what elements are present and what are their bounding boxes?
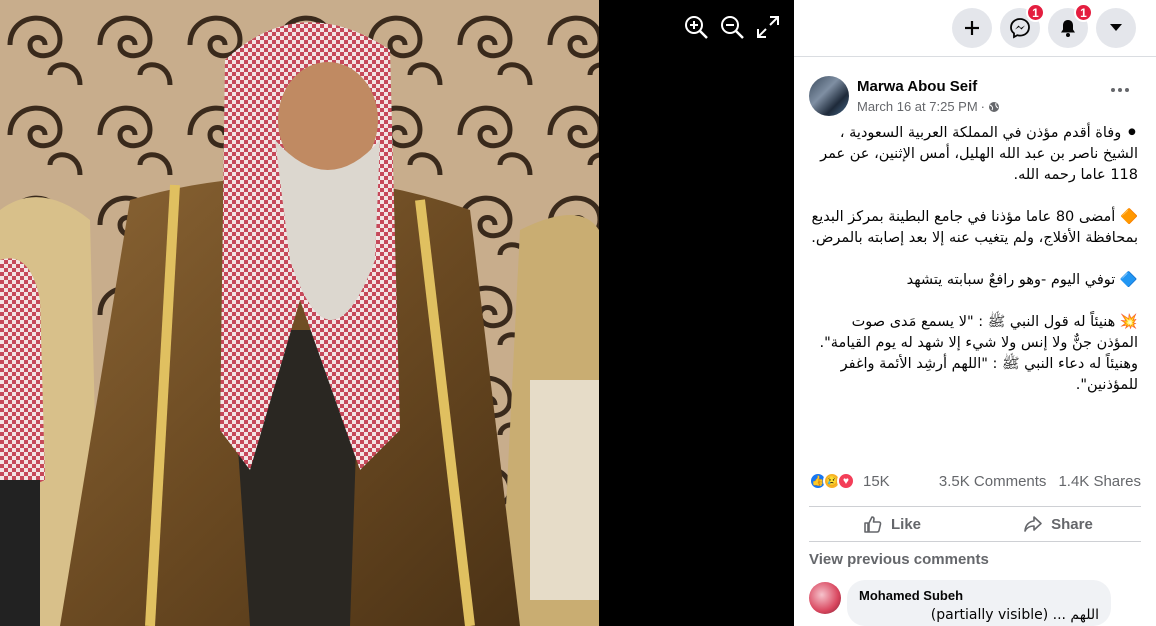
more-dots-icon xyxy=(1111,88,1129,92)
zoom-in-icon xyxy=(685,16,708,39)
zoom-out-button[interactable] xyxy=(719,14,745,40)
post-paragraph: ⚫ وفاة أقدم مؤذن في المملكة العربية السع… xyxy=(820,125,1138,183)
notifications-button[interactable]: 1 xyxy=(1048,3,1093,48)
reactions-summary: 👍 😢 ♥ 15K 3.5K Comments 1.4K Shares xyxy=(809,469,1141,493)
commenter-name[interactable]: Mohamed Subeh xyxy=(859,588,1099,603)
caret-down-icon xyxy=(1110,24,1122,31)
globe-icon xyxy=(989,101,1000,112)
share-label: Share xyxy=(1051,515,1093,533)
post-paragraph: وهنيئاً له دعاء النبي ﷺ : "اللهم أرشِد ا… xyxy=(840,356,1138,393)
author-avatar[interactable] xyxy=(809,76,849,116)
commenter-avatar[interactable] xyxy=(809,582,841,614)
notifications-badge: 1 xyxy=(1074,3,1093,22)
like-label: Like xyxy=(890,515,921,533)
expand-icon xyxy=(757,16,779,38)
like-button[interactable]: Like xyxy=(809,507,975,541)
top-bar: 1 1 xyxy=(794,0,1156,57)
post-meta: March 16 at 7:25 PM · xyxy=(857,99,1000,114)
post-paragraph: 💥 هنيئاً له قول النبي ﷺ : "لا يسمع مَدى … xyxy=(819,314,1139,351)
post-header: Marwa Abou Seif March 16 at 7:25 PM · xyxy=(794,57,1156,123)
viewer-controls xyxy=(683,14,781,40)
author-name[interactable]: Marwa Abou Seif xyxy=(857,78,977,95)
post-body: ⚫ وفاة أقدم مؤذن في المملكة العربية السع… xyxy=(794,123,1156,396)
love-reaction-icon: ♥ xyxy=(837,472,855,490)
messenger-button[interactable]: 1 xyxy=(1000,3,1045,48)
zoom-out-icon xyxy=(721,16,744,39)
post-actions: Like Share xyxy=(809,506,1141,542)
share-arrow-icon xyxy=(1024,516,1042,532)
zoom-in-button[interactable] xyxy=(683,14,709,40)
fullscreen-button[interactable] xyxy=(755,14,781,40)
reaction-count[interactable]: 15K xyxy=(863,473,890,490)
meta-separator: · xyxy=(980,99,986,114)
plus-icon xyxy=(965,21,979,35)
post-options-button[interactable] xyxy=(1110,80,1130,98)
bell-icon xyxy=(1061,20,1075,37)
view-previous-comments-link[interactable]: View previous comments xyxy=(809,551,989,568)
post-photo[interactable] xyxy=(0,0,599,626)
photo-viewer xyxy=(0,0,794,626)
comments-count[interactable]: 3.5K Comments xyxy=(939,473,1047,490)
account-menu-button[interactable] xyxy=(1096,8,1136,48)
post-panel: 1 1 Marwa Abou Seif March 16 at 7:25 PM … xyxy=(794,0,1156,626)
shares-count[interactable]: 1.4K Shares xyxy=(1058,473,1141,490)
reaction-icons[interactable]: 👍 😢 ♥ xyxy=(809,472,855,490)
post-paragraph: 🔷 توفي اليوم -وهو رافعٌ سبابته يتشهد xyxy=(906,272,1138,288)
post-paragraph: 🔶 أمضى 80 عاما مؤذنا في جامع البطينة بمر… xyxy=(811,209,1138,246)
messenger-badge: 1 xyxy=(1026,3,1045,22)
create-button[interactable] xyxy=(952,8,992,48)
comment-bubble: Mohamed Subeh اللهم ... (partially visib… xyxy=(847,580,1111,626)
thumbs-up-icon xyxy=(864,516,882,533)
post-timestamp[interactable]: March 16 at 7:25 PM xyxy=(857,99,978,114)
messenger-icon xyxy=(1010,18,1030,39)
comment-text: اللهم ... (partially visible) xyxy=(930,607,1099,623)
share-button[interactable]: Share xyxy=(975,507,1141,541)
